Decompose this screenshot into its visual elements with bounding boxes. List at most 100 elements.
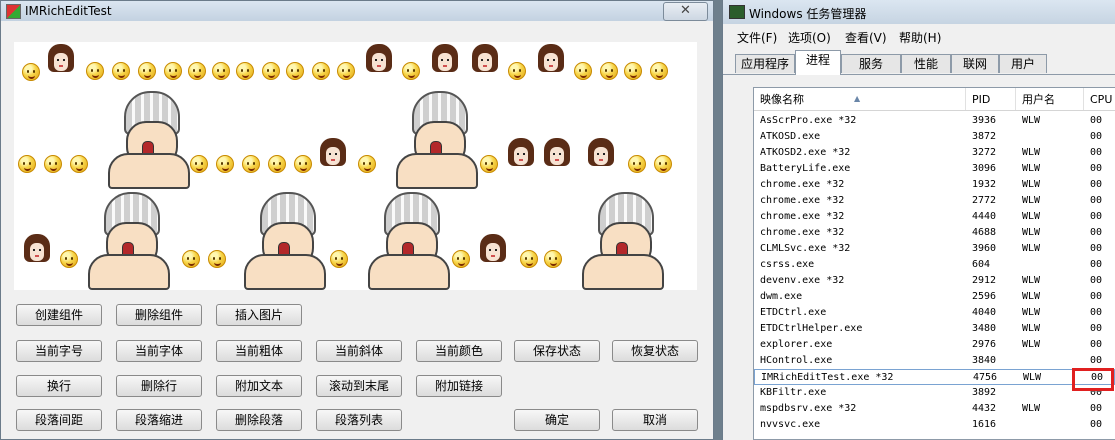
girl-avatar-icon [320,138,346,172]
process-name-cell: mspdbsrv.exe *32 [760,403,857,414]
user-name-cell: WLW [1022,163,1041,174]
girl-avatar-icon [480,234,506,268]
pid-cell: 3960 [972,243,997,254]
emoticon-icon [480,155,498,173]
emoticon-icon [654,155,672,173]
new-line-button[interactable]: 换行 [16,375,102,397]
pid-cell: 4040 [972,307,997,318]
table-row[interactable]: devenv.exe *32 2912 WLW 00 [754,273,1115,289]
user-name-cell: WLW [1022,195,1041,206]
tab-processes[interactable]: 进程 [795,50,841,75]
user-name-cell: WLW [1022,147,1041,158]
insert-image-button[interactable]: 插入图片 [216,304,302,326]
paragraph-list-button[interactable]: 段落列表 [316,409,402,431]
cpu-cell: 00 [1090,403,1103,414]
cpu-cell: 00 [1090,147,1103,158]
tab-users[interactable]: 用户 [999,54,1047,73]
current-italic-button[interactable]: 当前斜体 [316,340,402,362]
emoticon-icon [112,62,130,80]
process-name-cell: ETDCtrl.exe [760,307,827,318]
table-row[interactable]: chrome.exe *32 2772 WLW 00 [754,193,1115,209]
table-row[interactable]: chrome.exe *32 4440 WLW 00 [754,209,1115,225]
process-name-cell: devenv.exe *32 [760,275,845,286]
current-bold-button[interactable]: 当前粗体 [216,340,302,362]
cpu-cell: 00 [1090,227,1103,238]
table-row[interactable]: AsScrPro.exe *32 3936 WLW 00 [754,113,1115,129]
tab-applications[interactable]: 应用程序 [735,54,795,73]
user-name-cell: WLW [1022,115,1041,126]
pid-cell: 3840 [972,355,997,366]
table-row[interactable]: ETDCtrlHelper.exe 3480 WLW 00 [754,321,1115,337]
user-name-cell: WLW [1022,211,1041,222]
table-row[interactable]: ETDCtrl.exe 4040 WLW 00 [754,305,1115,321]
pid-cell: 4756 [973,372,998,383]
emoticon-icon [294,155,312,173]
current-font-size-button[interactable]: 当前字号 [16,340,102,362]
emoticon-icon [216,155,234,173]
delete-paragraph-button[interactable]: 删除段落 [216,409,302,431]
table-row[interactable]: chrome.exe *32 4688 WLW 00 [754,225,1115,241]
paragraph-indent-button[interactable]: 段落缩进 [116,409,202,431]
close-button[interactable]: ✕ [663,2,708,21]
column-cpu[interactable]: CPU [1084,88,1115,110]
cpu-cell: 00 [1090,115,1103,126]
table-row[interactable]: ATKOSD2.exe *32 3272 WLW 00 [754,145,1115,161]
cartoon-boy-icon [84,188,170,290]
table-row[interactable]: ATKOSD.exe 3872 00 [754,129,1115,145]
emoticon-icon [650,62,668,80]
pid-cell: 2596 [972,291,997,302]
process-name-cell: chrome.exe *32 [760,195,845,206]
table-row[interactable]: KBFiltr.exe 3892 00 [754,385,1115,401]
scroll-to-end-button[interactable]: 滚动到末尾 [316,375,402,397]
current-color-button[interactable]: 当前颜色 [416,340,502,362]
table-row[interactable]: explorer.exe 2976 WLW 00 [754,337,1115,353]
save-state-button[interactable]: 保存状态 [514,340,600,362]
table-row[interactable]: dwm.exe 2596 WLW 00 [754,289,1115,305]
process-name-cell: explorer.exe [760,339,833,350]
girl-avatar-icon [366,44,392,78]
table-row[interactable]: BatteryLife.exe 3096 WLW 00 [754,161,1115,177]
create-component-button[interactable]: 创建组件 [16,304,102,326]
table-row[interactable]: chrome.exe *32 1932 WLW 00 [754,177,1115,193]
delete-component-button[interactable]: 删除组件 [116,304,202,326]
process-name-cell: AsScrPro.exe *32 [760,115,857,126]
append-link-button[interactable]: 附加链接 [416,375,502,397]
append-text-button[interactable]: 附加文本 [216,375,302,397]
menu-file[interactable]: 文件(F) [737,29,777,46]
pid-cell: 4432 [972,403,997,414]
table-row[interactable]: nvvsvc.exe 1616 00 [754,417,1115,433]
emoticon-icon [358,155,376,173]
cancel-button[interactable]: 取消 [612,409,698,431]
menu-view[interactable]: 查看(V) [845,29,887,46]
emoticon-icon [190,155,208,173]
column-user-name[interactable]: 用户名 [1016,88,1084,110]
emoticon-icon [520,250,538,268]
cpu-cell: 00 [1090,323,1103,334]
table-row[interactable]: mspdbsrv.exe *32 4432 WLW 00 [754,401,1115,417]
table-row[interactable]: IMRichEditTest.exe *32 4756 WLW 00 [754,369,1115,385]
tab-performance[interactable]: 性能 [901,54,951,73]
table-row[interactable]: csrss.exe 604 00 [754,257,1115,273]
delete-line-button[interactable]: 删除行 [116,375,202,397]
column-pid[interactable]: PID [966,88,1016,110]
tab-services[interactable]: 服务 [841,54,901,73]
sort-arrow-icon: ▲ [854,94,861,103]
tab-networking[interactable]: 联网 [951,54,999,73]
task-manager-title-bar[interactable]: Windows 任务管理器 [723,0,1115,24]
current-font-button[interactable]: 当前字体 [116,340,202,362]
menu-options[interactable]: 选项(O) [788,29,831,46]
user-name-cell: WLW [1022,403,1041,414]
process-name-cell: chrome.exe *32 [760,179,845,190]
paragraph-spacing-button[interactable]: 段落间距 [16,409,102,431]
ok-button[interactable]: 确定 [514,409,600,431]
pid-cell: 3892 [972,387,997,398]
restore-state-button[interactable]: 恢复状态 [612,340,698,362]
rich-edit-canvas[interactable] [14,42,697,290]
table-row[interactable]: HControl.exe 3840 00 [754,353,1115,369]
menu-help[interactable]: 帮助(H) [899,29,941,46]
emoticon-icon [452,250,470,268]
table-row[interactable]: CLMLSvc.exe *32 3960 WLW 00 [754,241,1115,257]
title-bar[interactable]: IMRichEditTest ✕ [1,1,713,21]
column-image-name[interactable]: ▲ 映像名称 [754,88,966,110]
cartoon-boy-icon [240,188,326,290]
